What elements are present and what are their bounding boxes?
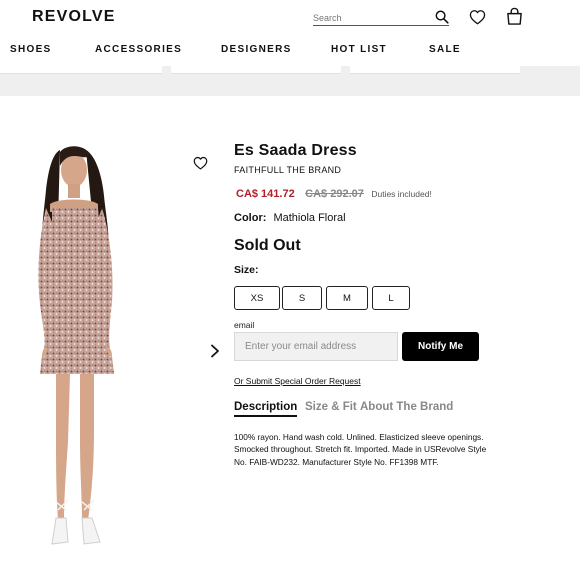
product-title: Es Saada Dress xyxy=(234,142,357,159)
email-field[interactable] xyxy=(234,332,398,361)
tab-about-the-brand[interactable]: About The Brand xyxy=(360,401,453,413)
search-bar[interactable] xyxy=(313,8,449,26)
description-line: No. FAIB-WD232. Manufacturer Style No. F… xyxy=(234,456,439,467)
main-navigation: SHOES ACCESSORIES DESIGNERS HOT LIST SAL… xyxy=(0,44,580,58)
color-row: Color: Mathiola Floral xyxy=(234,212,346,224)
size-option-l[interactable]: L xyxy=(372,286,410,310)
tab-description[interactable]: Description xyxy=(234,401,298,417)
search-icon[interactable] xyxy=(435,10,449,24)
nav-item-accessories[interactable]: ACCESSORIES xyxy=(95,44,182,55)
duties-note: Duties included! xyxy=(371,189,432,199)
price-row: CA$ 141.72 CA$ 292.07 Duties included! xyxy=(236,184,432,202)
special-order-link[interactable]: Or Submit Special Order Request xyxy=(234,376,361,386)
sale-price: CA$ 141.72 xyxy=(236,188,295,200)
shopping-bag-icon[interactable] xyxy=(506,7,523,25)
product-description: 100% rayon. Hand wash cold. Unlined. Ela… xyxy=(234,431,534,468)
add-to-wishlist-heart-icon[interactable] xyxy=(193,156,208,170)
size-option-s[interactable]: S xyxy=(282,286,322,310)
search-input[interactable] xyxy=(313,10,423,26)
description-line: 100% rayon. Hand wash cold. Unlined. Ela… xyxy=(234,432,484,442)
strip-tile[interactable] xyxy=(171,66,341,74)
strip-tile[interactable] xyxy=(0,66,162,74)
color-value: Mathiola Floral xyxy=(273,212,346,224)
recommendation-strip xyxy=(0,66,580,96)
stock-status: Sold Out xyxy=(234,237,301,254)
description-line: Smocked throughout. Stretch fit. Importe… xyxy=(234,444,487,455)
product-brand[interactable]: FAITHFULL THE BRAND xyxy=(234,165,341,175)
nav-item-shoes[interactable]: SHOES xyxy=(10,44,52,55)
size-option-m[interactable]: M xyxy=(326,286,368,310)
original-price: CA$ 292.07 xyxy=(305,188,364,200)
notify-me-button[interactable]: Notify Me xyxy=(402,332,479,361)
revolve-logo[interactable]: REVOLVE xyxy=(32,8,116,26)
nav-item-designers[interactable]: DESIGNERS xyxy=(221,44,292,55)
strip-tile[interactable] xyxy=(350,66,520,74)
size-option-xs[interactable]: XS xyxy=(234,286,280,310)
tab-size-fit[interactable]: Size & Fit xyxy=(305,401,357,413)
next-image-arrow-icon[interactable] xyxy=(209,344,221,358)
nav-item-hot-list[interactable]: HOT LIST xyxy=(331,44,387,55)
wishlist-heart-icon[interactable] xyxy=(469,9,486,25)
color-label: Color: xyxy=(234,212,267,224)
product-image[interactable] xyxy=(22,142,132,554)
site-header: REVOLVE SHOES ACCESSORIES DESIGNERS HOT … xyxy=(0,0,580,66)
nav-item-sale[interactable]: SALE xyxy=(429,44,461,55)
email-label: email xyxy=(234,320,255,330)
size-label: Size: xyxy=(234,264,259,276)
